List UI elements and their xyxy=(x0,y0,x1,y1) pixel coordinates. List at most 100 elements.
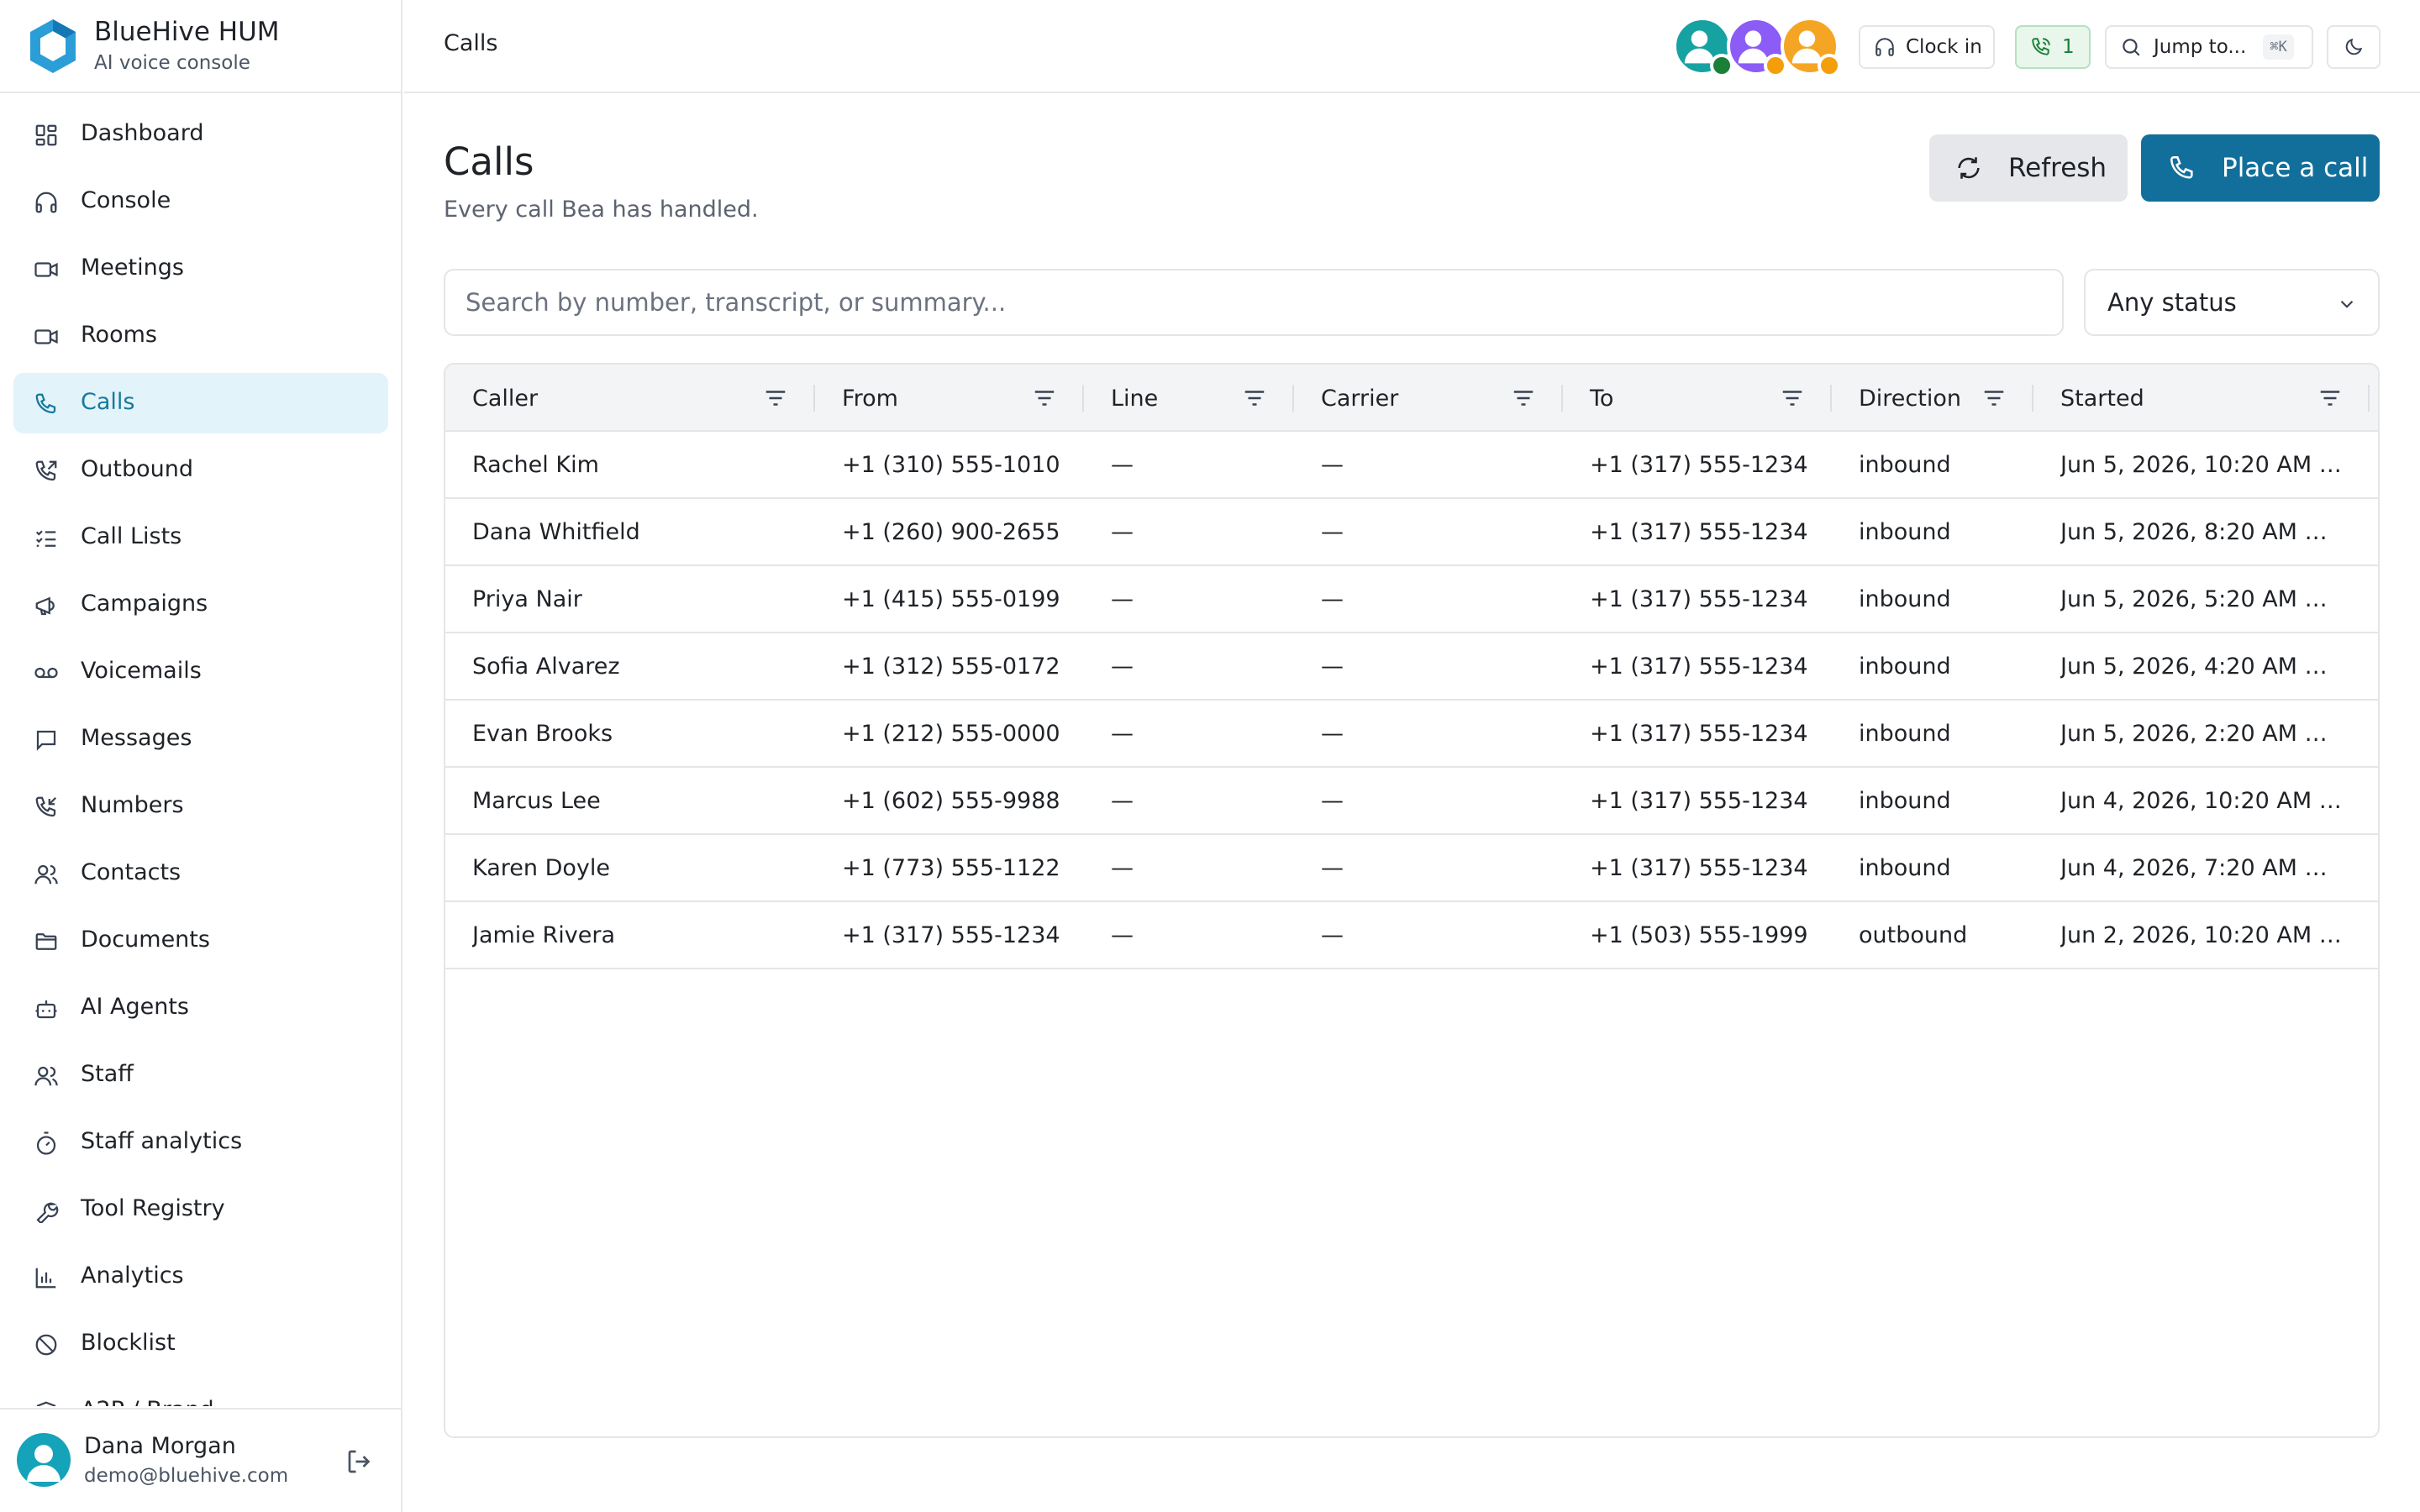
away-status-dot xyxy=(1818,54,1841,77)
cell-to: +1 (317) 555-1234 xyxy=(1590,519,1808,545)
place-call-label: Place a call xyxy=(2222,153,2369,183)
filter-icon[interactable] xyxy=(1511,386,1536,411)
jump-to-button[interactable]: Jump to... ⌘K xyxy=(2105,25,2313,69)
cell-from: +1 (312) 555-0172 xyxy=(842,654,1060,680)
page-title: Calls xyxy=(444,139,534,184)
sidebar-item-label: Outbound xyxy=(81,456,193,482)
sidebar-item-documents[interactable]: Documents xyxy=(13,911,388,971)
status-filter-select[interactable]: Any status xyxy=(2084,269,2380,336)
sidebar-item-staff-analytics[interactable]: Staff analytics xyxy=(13,1112,388,1173)
filter-icon[interactable] xyxy=(1780,386,1805,411)
search-input[interactable] xyxy=(444,269,2064,336)
sidebar-item-label: Meetings xyxy=(81,255,184,281)
sidebar-item-label: Staff analytics xyxy=(81,1128,243,1154)
sidebar-item-blocklist[interactable]: Blocklist xyxy=(13,1314,388,1374)
logout-icon[interactable] xyxy=(345,1446,375,1477)
filter-icon[interactable] xyxy=(1032,386,1057,411)
table-row[interactable]: Evan Brooks +1 (212) 555-0000 — — +1 (317) 5… xyxy=(445,701,2378,768)
table-row[interactable]: Marcus Lee +1 (602) 555-9988 — — +1 (317) 55… xyxy=(445,768,2378,835)
sidebar-item-console[interactable]: Console xyxy=(13,171,388,232)
sidebar-item-calls[interactable]: Calls xyxy=(13,373,388,433)
sidebar-item-messages[interactable]: Messages xyxy=(13,709,388,769)
filter-icon[interactable] xyxy=(1981,386,2007,411)
table-row[interactable]: Rachel Kim +1 (310) 555-1010 — — +1 (317) 55… xyxy=(445,432,2378,499)
headphones-icon xyxy=(34,190,59,215)
cell-carrier: — xyxy=(1321,452,1344,478)
table-row[interactable]: Sofia Alvarez +1 (312) 555-0172 — — +1 (317)… xyxy=(445,633,2378,701)
avatar[interactable] xyxy=(17,1433,71,1487)
ban-icon xyxy=(34,1332,59,1357)
table-header: Caller From Line Carrier To Direction St… xyxy=(445,365,2378,432)
filter-icon[interactable] xyxy=(2317,386,2343,411)
cell-caller: Priya Nair xyxy=(472,586,582,612)
search-icon xyxy=(2123,39,2140,56)
cell-direction: inbound xyxy=(1859,788,1951,814)
table-row[interactable]: Dana Whitfield +1 (260) 900-2655 — — +1 (317… xyxy=(445,499,2378,566)
sidebar-item-voicemails[interactable]: Voicemails xyxy=(13,642,388,702)
folder-icon xyxy=(34,929,59,954)
table-row[interactable]: Jamie Rivera +1 (317) 555-1234 — — +1 (503) … xyxy=(445,902,2378,969)
shield-icon xyxy=(34,1399,59,1406)
sidebar-item-outbound[interactable]: Outbound xyxy=(13,440,388,501)
sidebar-item-label: Documents xyxy=(81,927,210,953)
cell-caller: Sofia Alvarez xyxy=(472,654,620,680)
sidebar-item-rooms[interactable]: Rooms xyxy=(13,306,388,366)
sidebar-item-label: Voicemails xyxy=(81,658,202,684)
sidebar-item-dashboard[interactable]: Dashboard xyxy=(13,104,388,165)
cell-to: +1 (317) 555-1234 xyxy=(1590,586,1808,612)
cell-from: +1 (773) 555-1122 xyxy=(842,855,1060,881)
cell-direction: inbound xyxy=(1859,586,1951,612)
sidebar-item-meetings[interactable]: Meetings xyxy=(13,239,388,299)
calls-table: Caller From Line Carrier To Direction St… xyxy=(444,363,2380,1438)
sidebar-item-call-lists[interactable]: Call Lists xyxy=(13,507,388,568)
sidebar-item-a2p-brand[interactable]: A2P / Brand xyxy=(13,1381,388,1406)
column-header-line[interactable]: Line xyxy=(1111,365,1296,432)
app-name: BlueHive HUM xyxy=(94,17,280,47)
user-email: demo@bluehive.com xyxy=(84,1465,289,1487)
filter-icon[interactable] xyxy=(763,386,788,411)
cell-carrier: — xyxy=(1321,586,1344,612)
shortcut-badge: ⌘K xyxy=(2263,34,2294,60)
cell-started: Jun 5, 2026, 4:20 AM MST xyxy=(2060,654,2343,680)
sidebar: BlueHive HUM AI voice console Dashboard … xyxy=(0,0,402,1512)
cell-line: — xyxy=(1111,452,1134,478)
video-icon xyxy=(34,257,59,282)
active-calls-badge[interactable]: 1 xyxy=(2015,25,2091,69)
presence-avatars xyxy=(1673,13,1841,81)
phone-icon xyxy=(34,391,59,417)
table-row[interactable]: Priya Nair +1 (415) 555-0199 — — +1 (317) 55… xyxy=(445,566,2378,633)
megaphone-icon xyxy=(34,593,59,618)
cell-started: Jun 4, 2026, 10:20 AM MST xyxy=(2060,788,2343,814)
theme-toggle-button[interactable] xyxy=(2327,25,2381,69)
place-call-button[interactable]: Place a call xyxy=(2141,134,2380,202)
sidebar-item-label: Calls xyxy=(81,389,135,415)
sidebar-item-staff[interactable]: Staff xyxy=(13,1045,388,1105)
sidebar-item-label: Contacts xyxy=(81,859,182,885)
sidebar-item-numbers[interactable]: Numbers xyxy=(13,776,388,837)
wrench-icon xyxy=(34,1198,59,1225)
cell-from: +1 (415) 555-0199 xyxy=(842,586,1060,612)
column-label: Carrier xyxy=(1321,385,1399,412)
chevron-down-icon xyxy=(2340,300,2354,308)
phone-incoming-icon xyxy=(34,795,59,820)
sidebar-item-contacts[interactable]: Contacts xyxy=(13,843,388,904)
clock-in-button[interactable]: Clock in xyxy=(1859,25,1995,69)
sidebar-item-campaigns[interactable]: Campaigns xyxy=(13,575,388,635)
sidebar-item-ai-agents[interactable]: AI Agents xyxy=(13,978,388,1038)
cell-direction: inbound xyxy=(1859,519,1951,545)
cell-caller: Evan Brooks xyxy=(472,721,613,747)
filter-icon[interactable] xyxy=(1242,386,1267,411)
column-label: From xyxy=(842,385,898,412)
sidebar-item-analytics[interactable]: Analytics xyxy=(13,1247,388,1307)
column-header-started[interactable]: Started xyxy=(2060,365,2338,432)
bot-icon xyxy=(34,996,59,1021)
video-icon xyxy=(34,324,59,349)
status-filter-value: Any status xyxy=(2107,288,2237,317)
refresh-button[interactable]: Refresh xyxy=(1929,134,2128,202)
cell-to: +1 (317) 555-1234 xyxy=(1590,721,1808,747)
message-icon xyxy=(34,727,59,753)
sidebar-item-tool-registry[interactable]: Tool Registry xyxy=(13,1179,388,1240)
cell-caller: Dana Whitfield xyxy=(472,519,640,545)
table-row[interactable]: Karen Doyle +1 (773) 555-1122 — — +1 (317) 5… xyxy=(445,835,2378,902)
users-icon xyxy=(34,1063,59,1089)
